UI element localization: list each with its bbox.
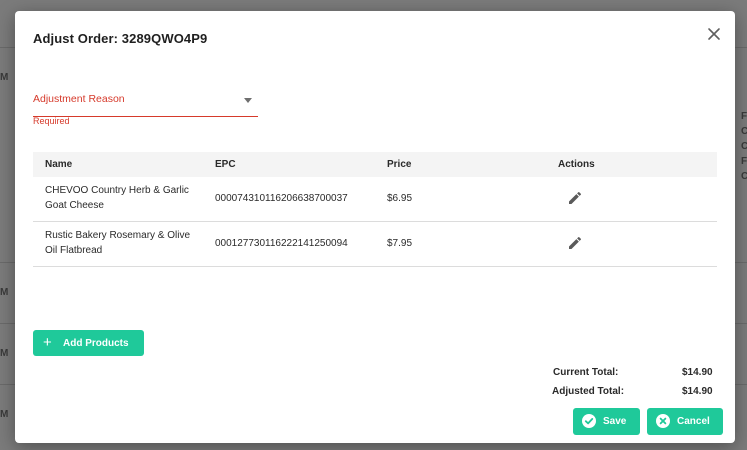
products-table: Name EPC Price Actions CHEVOO Country He…	[33, 152, 717, 267]
save-label: Save	[603, 416, 627, 427]
bg-text: F	[741, 156, 747, 167]
check-circle-icon	[582, 414, 596, 428]
header-name: Name	[45, 159, 73, 170]
adjustment-reason-label: Adjustment Reason	[33, 93, 125, 105]
bg-text: C	[741, 126, 747, 137]
product-price: $6.95	[387, 193, 413, 204]
adjust-order-dialog: Adjust Order: 3289QWO4P9 Adjustment Reas…	[15, 11, 735, 443]
save-button[interactable]: Save	[573, 408, 640, 435]
table-row: Rustic Bakery Rosemary & Olive Oil Flatb…	[33, 222, 717, 267]
cancel-label: Cancel	[677, 416, 710, 427]
edit-product-button[interactable]	[567, 235, 583, 251]
dialog-title: Adjust Order: 3289QWO4P9	[33, 31, 208, 46]
header-epc: EPC	[215, 159, 236, 170]
required-helper-text: Required	[33, 116, 70, 126]
close-icon	[708, 28, 720, 40]
add-products-label: Add Products	[63, 338, 129, 349]
current-total-label: Current Total:	[553, 367, 619, 378]
header-actions: Actions	[558, 159, 595, 170]
product-price: $7.95	[387, 238, 413, 249]
table-row: CHEVOO Country Herb & Garlic Goat Cheese…	[33, 177, 717, 222]
adjustment-reason-select[interactable]: Adjustment Reason	[33, 93, 258, 117]
product-epc: 000074310116206638700037	[215, 193, 348, 204]
close-button[interactable]	[705, 25, 723, 43]
product-epc: 000127730116222141250094	[215, 238, 348, 249]
bg-text: C	[741, 171, 747, 182]
pencil-icon	[569, 236, 582, 249]
add-products-button[interactable]: + Add Products	[33, 330, 144, 356]
bg-text: M	[0, 72, 9, 83]
adjusted-total-label: Adjusted Total:	[552, 386, 625, 397]
cancel-circle-icon	[656, 414, 670, 428]
current-total-value: $14.90	[682, 367, 713, 378]
bg-text: C	[741, 141, 747, 152]
edit-product-button[interactable]	[567, 190, 583, 206]
pencil-icon	[569, 191, 582, 204]
header-price: Price	[387, 159, 412, 170]
table-header: Name EPC Price Actions	[33, 152, 717, 177]
plus-icon: +	[43, 334, 52, 351]
product-name: Rustic Bakery Rosemary & Olive Oil Flatb…	[45, 230, 191, 256]
bg-text: M	[0, 409, 9, 420]
adjusted-total-value: $14.90	[682, 386, 713, 397]
bg-text: F	[741, 111, 747, 122]
cancel-button[interactable]: Cancel	[647, 408, 723, 435]
caret-down-icon	[244, 98, 252, 103]
product-name: CHEVOO Country Herb & Garlic Goat Cheese	[45, 185, 189, 211]
bg-text: M	[0, 348, 9, 359]
bg-text: M	[0, 287, 9, 298]
